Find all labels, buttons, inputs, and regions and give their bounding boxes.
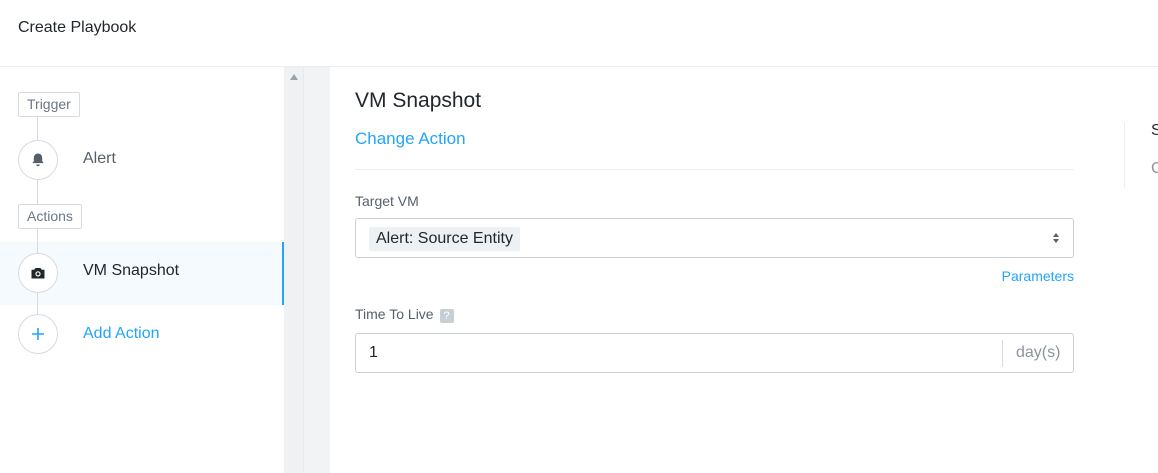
help-icon[interactable]: ? <box>439 309 454 323</box>
input-addon-separator <box>1002 340 1003 367</box>
connector-line <box>37 117 38 141</box>
alert-step-node[interactable] <box>18 140 58 180</box>
page-title: Create Playbook <box>18 19 137 36</box>
ttl-label-row: Time To Live? <box>355 306 454 323</box>
action-title: VM Snapshot <box>355 89 482 112</box>
scroll-up-arrow-icon[interactable] <box>290 74 298 80</box>
camera-icon <box>31 268 45 279</box>
connector-line <box>37 229 38 253</box>
ttl-label: Time To Live <box>355 306 434 322</box>
right-panel-text: C <box>1151 160 1158 177</box>
playbook-steps-panel: Trigger Alert Actions VM Snapshot Add Ac… <box>0 67 284 473</box>
sidebar-scrollbar-area <box>284 67 330 473</box>
ttl-input-group[interactable]: 1 day(s) <box>355 333 1074 373</box>
alert-step-label[interactable]: Alert <box>83 150 116 168</box>
plus-icon <box>32 328 44 340</box>
page-header: Create Playbook <box>0 0 1158 67</box>
vm-snapshot-step-label[interactable]: VM Snapshot <box>83 262 179 280</box>
change-action-link[interactable]: Change Action <box>355 129 466 149</box>
ttl-unit-addon: day(s) <box>1016 344 1061 361</box>
selected-value-chip: Alert: Source Entity <box>369 227 520 251</box>
trigger-tag: Trigger <box>18 92 80 117</box>
connector-line <box>37 293 38 314</box>
target-vm-label: Target VM <box>355 193 419 209</box>
vm-snapshot-step-node[interactable] <box>18 253 58 293</box>
connector-line <box>37 178 38 205</box>
divider <box>355 169 1074 170</box>
action-config-panel: VM Snapshot Change Action Target VM Aler… <box>330 67 1158 473</box>
right-panel-heading: S <box>1151 122 1158 139</box>
actions-tag: Actions <box>18 204 82 229</box>
ttl-input[interactable]: 1 <box>369 344 378 362</box>
right-side-panel: S C <box>1124 122 1158 188</box>
add-action-link[interactable]: Add Action <box>83 325 160 343</box>
target-vm-select[interactable]: Alert: Source Entity <box>355 218 1074 258</box>
add-action-node[interactable] <box>18 314 58 354</box>
parameters-link[interactable]: Parameters <box>1002 268 1074 284</box>
bell-icon <box>32 153 44 167</box>
scrollbar-track[interactable] <box>284 67 304 473</box>
select-arrows-icon <box>1053 233 1059 245</box>
